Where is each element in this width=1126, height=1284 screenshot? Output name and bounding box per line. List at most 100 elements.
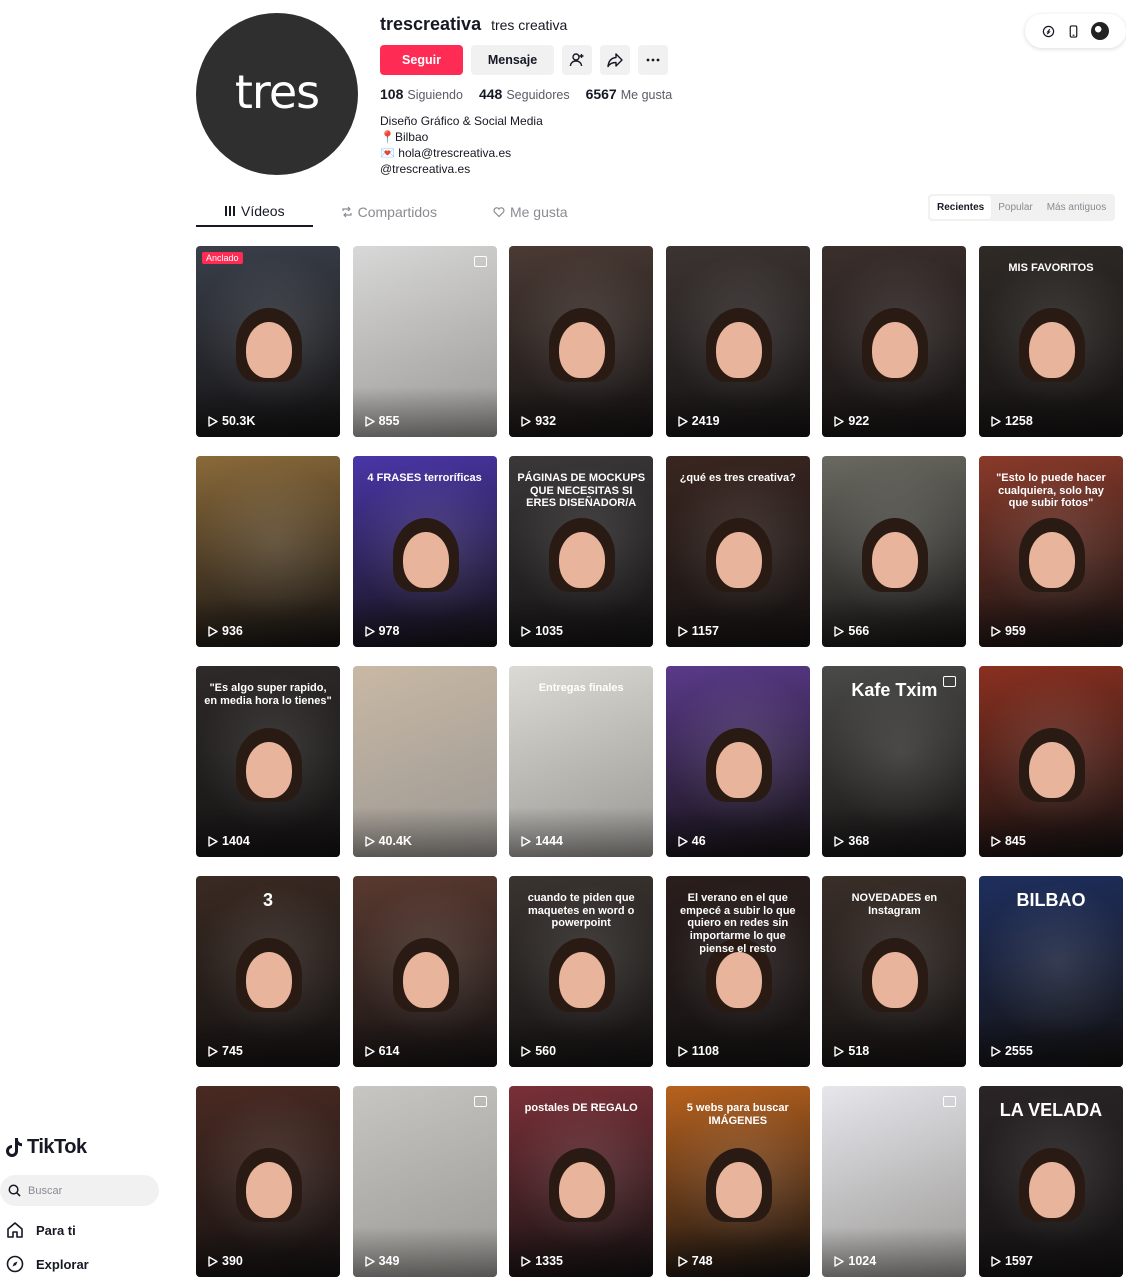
username: trescreativa	[380, 14, 482, 34]
sort-recent[interactable]: Recientes	[930, 196, 992, 219]
video-thumbnail[interactable]: 46	[665, 666, 810, 857]
video-thumbnail[interactable]: 5 webs para buscar IMÁGENES 748	[665, 1086, 810, 1277]
tab-label: Me gusta	[509, 203, 568, 220]
thumbnail-caption: PÁGINAS DE MOCKUPS QUE NECESITAS SI ERES…	[517, 472, 646, 510]
video-thumbnail[interactable]: 3 745	[196, 876, 340, 1067]
message-button[interactable]: Mensaje	[471, 45, 554, 75]
follow-button[interactable]: Seguir	[380, 45, 463, 75]
view-count-value: 390	[222, 1254, 243, 1268]
more-button[interactable]	[638, 45, 668, 75]
video-thumbnail[interactable]: NOVEDADES en Instagram 518	[822, 876, 967, 1067]
view-count-value: 1444	[535, 834, 563, 848]
person-face	[402, 952, 449, 1008]
profile-name-row: trescreativa tres creativa	[380, 14, 567, 35]
video-thumbnail[interactable]: 922	[822, 246, 967, 437]
view-count-value: 368	[848, 834, 870, 848]
video-thumbnail[interactable]: cuando te piden que maquetes en word o p…	[509, 876, 654, 1067]
view-count: 2555	[991, 1044, 1033, 1058]
view-count-value: 1035	[535, 624, 563, 638]
suggested-accounts-button[interactable]	[562, 45, 592, 75]
view-count: 560	[521, 1044, 556, 1058]
person-face	[1028, 532, 1075, 588]
video-thumbnail[interactable]: Anclado 50.3K	[196, 246, 340, 437]
video-thumbnail[interactable]: 349	[352, 1086, 497, 1277]
tab-shared[interactable]: Compartidos	[313, 196, 465, 227]
sort-oldest[interactable]: Más antiguos	[1040, 196, 1113, 219]
video-thumbnail[interactable]: El verano en el que empecé a subir lo qu…	[665, 876, 810, 1067]
view-count: 614	[364, 1044, 399, 1058]
view-count-value: 748	[691, 1254, 713, 1268]
nav-item-explorar[interactable]: Explorar	[6, 1255, 89, 1273]
share-button[interactable]	[600, 45, 630, 75]
view-count-value: 922	[848, 414, 870, 428]
user-avatar[interactable]	[1090, 22, 1109, 40]
video-thumbnail[interactable]: "Esto lo puede hacer cualquiera, solo ha…	[978, 456, 1123, 647]
video-thumbnail[interactable]: 566	[822, 456, 967, 647]
play-icon	[834, 1045, 845, 1057]
view-count: 845	[991, 834, 1026, 848]
video-thumbnail[interactable]: 1024	[822, 1086, 967, 1277]
logo-text: TikTok	[27, 1136, 87, 1158]
video-thumbnail[interactable]: 855	[352, 246, 497, 437]
video-thumbnail[interactable]: postales DE REGALO 1335	[509, 1086, 654, 1277]
play-icon	[364, 415, 375, 427]
tiktok-note-icon	[6, 1137, 22, 1157]
tab-videos[interactable]: Vídeos	[196, 196, 313, 227]
thumbnail-caption: El verano en el que empecé a subir lo qu…	[680, 892, 796, 955]
video-thumbnail[interactable]: 390	[196, 1086, 340, 1277]
video-thumbnail[interactable]: Entregas finales 1444	[509, 666, 654, 857]
video-thumbnail[interactable]: 614	[352, 876, 497, 1067]
video-thumbnail[interactable]: Kafe Txim 368	[822, 666, 967, 857]
thumbnail-caption: Kafe Txim	[851, 680, 938, 700]
thumbnail-caption: Entregas finales	[538, 682, 624, 694]
thumbnail-caption: 3	[262, 890, 273, 910]
view-count-value: 1024	[848, 1254, 877, 1268]
video-thumbnail[interactable]: 40.4K	[352, 666, 497, 857]
video-thumbnail[interactable]: ¿qué es tres creativa? 1157	[665, 456, 810, 647]
coins-icon[interactable]	[1042, 25, 1055, 38]
view-count-value: 349	[378, 1254, 400, 1268]
play-icon	[678, 415, 688, 427]
video-thumbnail[interactable]: 845	[978, 666, 1123, 857]
video-thumbnail[interactable]: MIS FAVORITOS 1258	[978, 246, 1123, 437]
ellipsis-icon	[646, 58, 660, 62]
play-icon	[678, 835, 688, 847]
play-icon	[678, 1255, 688, 1267]
tiktok-logo[interactable]: TikTok	[6, 1136, 87, 1159]
video-thumbnail[interactable]: LA VELADA 1597	[978, 1086, 1123, 1277]
stat-followers[interactable]: 448 Seguidores	[479, 86, 570, 102]
play-icon	[521, 1045, 531, 1057]
person-face	[715, 1162, 762, 1218]
phone-icon[interactable]	[1067, 24, 1080, 38]
sort-popular[interactable]: Popular	[991, 196, 1039, 219]
video-thumbnail[interactable]: 2419	[665, 246, 810, 437]
thumbnail-caption: "Es algo super rapido, en media hora lo …	[204, 682, 332, 707]
video-thumbnail[interactable]: 4 FRASES terroríficas 978	[352, 456, 497, 647]
play-icon	[834, 1255, 845, 1267]
bio-line: 📍Bilbao	[380, 130, 429, 144]
nav-item-para-ti[interactable]: Para ti	[6, 1221, 76, 1239]
stat-following[interactable]: 108 Siguiendo	[380, 86, 463, 102]
photo-mode-icon	[943, 1096, 957, 1107]
video-thumbnail[interactable]: 932	[509, 246, 654, 437]
thumbnail-caption: MIS FAVORITOS	[1008, 262, 1094, 274]
person-face	[559, 1162, 606, 1218]
person-face	[1028, 1162, 1075, 1218]
tab-liked[interactable]: Me gusta	[465, 196, 596, 227]
thumbnail-caption: ¿qué es tres creativa?	[679, 472, 796, 484]
play-icon	[678, 625, 688, 637]
play-icon	[208, 415, 218, 427]
video-thumbnail[interactable]: "Es algo super rapido, en media hora lo …	[196, 666, 340, 857]
video-thumbnail[interactable]: PÁGINAS DE MOCKUPS QUE NECESITAS SI ERES…	[509, 456, 654, 647]
search-input[interactable]	[28, 1184, 138, 1197]
view-count: 1444	[521, 834, 563, 848]
view-count-value: 2419	[691, 414, 720, 428]
view-count: 855	[364, 414, 400, 428]
view-count-value: 855	[378, 414, 400, 428]
video-thumbnail[interactable]: BILBAO 2555	[978, 876, 1123, 1067]
video-thumbnail[interactable]: 936	[196, 456, 340, 647]
person-face	[559, 952, 606, 1008]
nav-label: Explorar	[36, 1256, 89, 1272]
view-count-value: 560	[535, 1044, 557, 1058]
search-box[interactable]	[0, 1175, 159, 1206]
